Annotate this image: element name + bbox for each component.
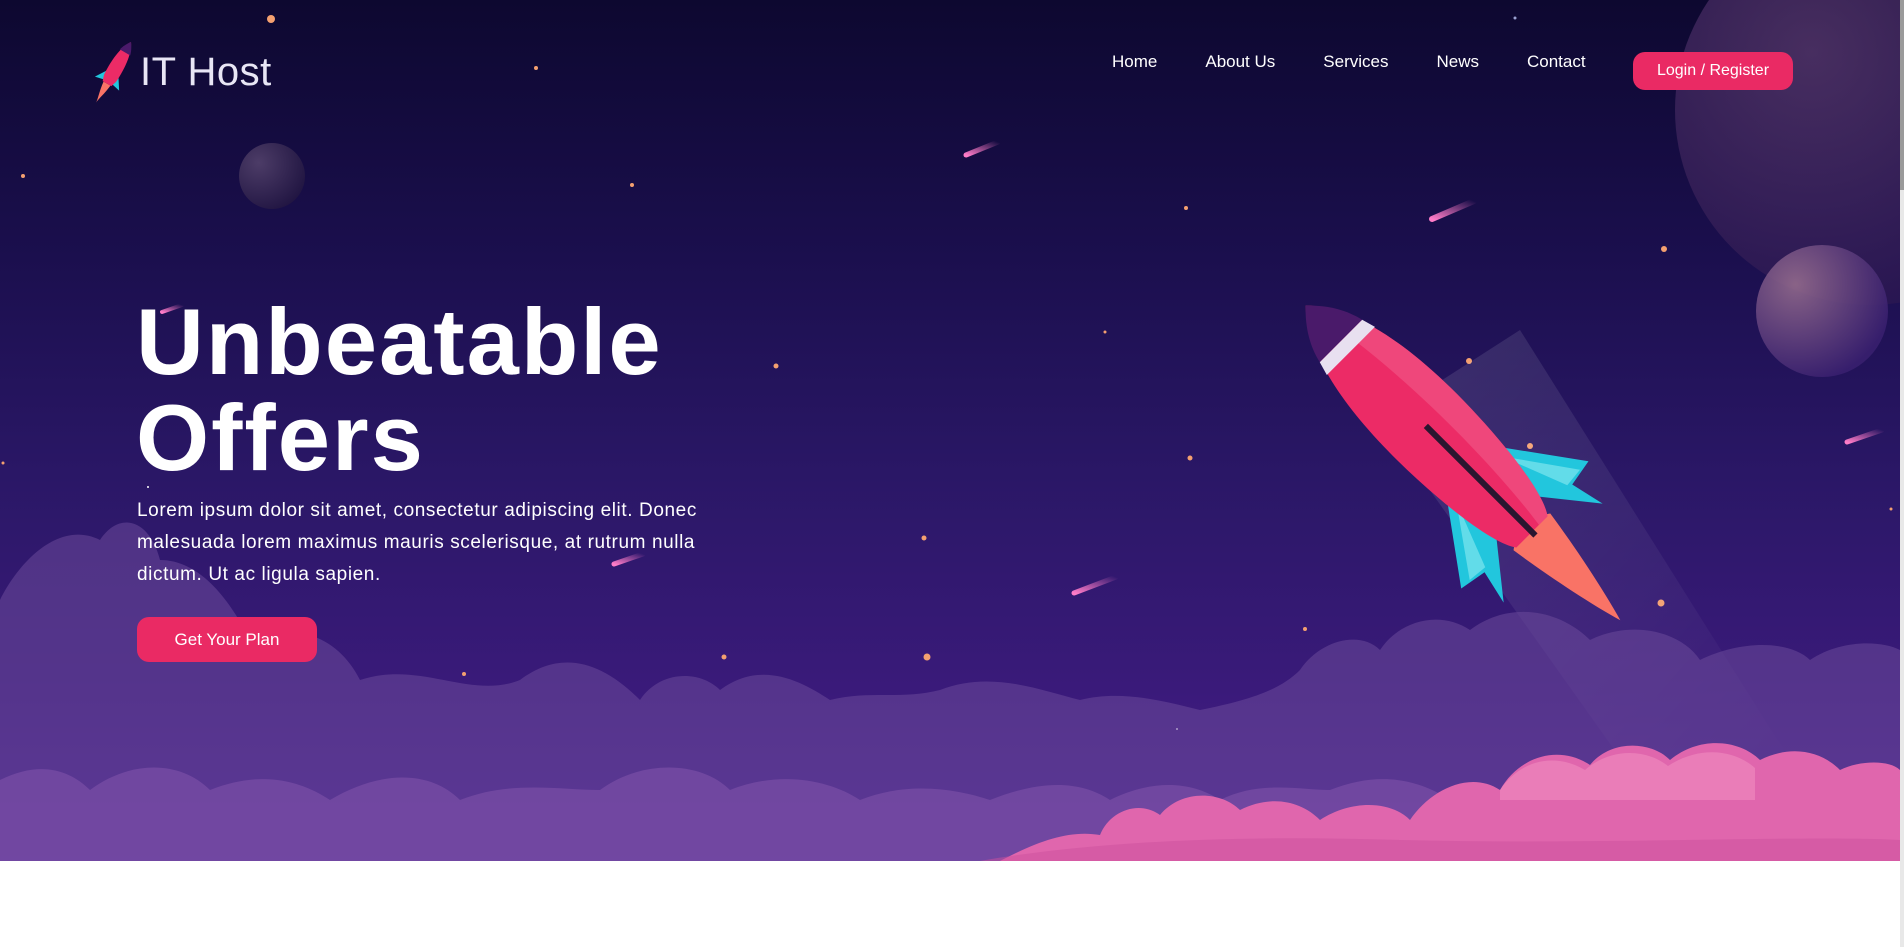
nav-item-home[interactable]: Home (1112, 52, 1157, 72)
hero-section: IT Host Home About Us Services News Cont… (0, 0, 1900, 861)
planet-medium (1756, 245, 1888, 377)
hero-description: Lorem ipsum dolor sit amet, consectetur … (137, 500, 697, 585)
hero-headline: Unbeatable Offers (136, 294, 663, 486)
main-nav: Home About Us Services News Contact (1112, 52, 1634, 72)
rocket-illustration-icon (1305, 305, 1621, 621)
planet-small (239, 143, 305, 209)
hero-headline-line1: Unbeatable (136, 289, 663, 394)
nav-item-news[interactable]: News (1436, 52, 1479, 72)
page-scrollbar[interactable] (1900, 0, 1904, 947)
rocket-icon (94, 42, 132, 103)
brand-logo[interactable]: IT Host (92, 32, 272, 106)
hero-headline-line2: Offers (136, 385, 425, 490)
nav-item-services[interactable]: Services (1323, 52, 1388, 72)
scrollbar-thumb[interactable] (1900, 0, 1904, 190)
nav-item-about-us[interactable]: About Us (1205, 52, 1275, 72)
brand-name: IT Host (140, 49, 272, 94)
nav-item-contact[interactable]: Contact (1527, 52, 1586, 72)
get-your-plan-button[interactable]: Get Your Plan (137, 617, 317, 662)
login-register-button[interactable]: Login / Register (1633, 52, 1793, 90)
